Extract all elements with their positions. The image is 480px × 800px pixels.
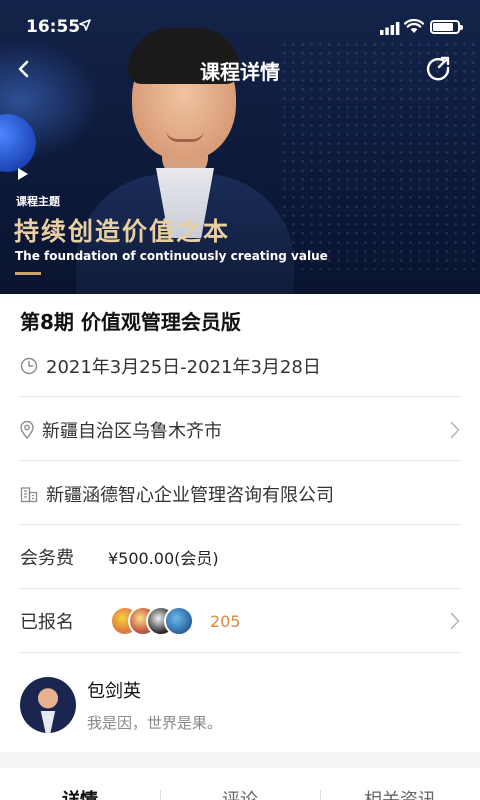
author-motto: 我是因，世界是果。 bbox=[87, 714, 223, 732]
author-name[interactable]: 包剑英 bbox=[87, 677, 141, 703]
date-row: 2021年3月25日-2021年3月28日 bbox=[20, 352, 460, 380]
status-time: 16:55 bbox=[26, 17, 81, 37]
location-arrow-icon bbox=[79, 19, 91, 31]
divider bbox=[20, 524, 460, 525]
divider bbox=[20, 652, 460, 653]
tab-comments[interactable]: 评论 bbox=[160, 768, 320, 800]
course-title: 第8期 价值观管理会员版 bbox=[20, 310, 241, 334]
author-avatar[interactable] bbox=[20, 677, 76, 733]
battery-icon bbox=[430, 20, 463, 34]
detail-tabs: 详情 评论 相关资讯 bbox=[0, 768, 480, 800]
avatar bbox=[164, 606, 194, 636]
clock-icon bbox=[20, 357, 38, 375]
page-title: 课程详情 bbox=[200, 60, 280, 84]
tab-related-news[interactable]: 相关资讯 bbox=[320, 768, 480, 800]
location-text: 新疆自治区乌鲁木齐市 bbox=[42, 421, 222, 442]
fee-row: 会务费 ¥500.00(会员) bbox=[20, 543, 460, 571]
organizer-text: 新疆涵德智心企业管理咨询有限公司 bbox=[46, 485, 334, 506]
wifi-icon bbox=[404, 19, 424, 33]
topic-label: 课程主题 bbox=[16, 195, 60, 208]
topic-subtitle: The foundation of continuously creating … bbox=[15, 249, 328, 263]
registered-row[interactable]: 已报名 205 bbox=[20, 603, 460, 639]
gold-accent-bar bbox=[15, 272, 41, 275]
building-icon bbox=[20, 485, 38, 503]
play-icon bbox=[18, 168, 28, 180]
divider bbox=[20, 588, 460, 589]
tab-separator bbox=[160, 790, 161, 800]
organizer-row: 新疆涵德智心企业管理咨询有限公司 bbox=[20, 480, 460, 508]
topic-title: 持续创造价值之本 bbox=[14, 217, 231, 246]
date-range: 2021年3月25日-2021年3月28日 bbox=[46, 357, 321, 378]
registered-chevron-icon[interactable] bbox=[450, 612, 460, 630]
location-pin-icon bbox=[20, 421, 34, 439]
registered-avatars[interactable] bbox=[110, 606, 194, 636]
cellular-signal-icon bbox=[380, 22, 400, 35]
location-row[interactable]: 新疆自治区乌鲁木齐市 bbox=[20, 416, 460, 444]
status-bar: 16:55 bbox=[0, 0, 480, 44]
registered-label: 已报名 bbox=[20, 612, 74, 633]
share-icon[interactable] bbox=[422, 52, 454, 84]
tab-separator bbox=[320, 790, 321, 800]
registered-count: 205 bbox=[210, 611, 241, 631]
section-gap bbox=[0, 752, 480, 768]
course-banner: 16:55 课程详情 课程主题 持续创造价值之本 The foundation … bbox=[0, 0, 480, 294]
location-chevron-icon[interactable] bbox=[450, 421, 460, 439]
fee-value: ¥500.00(会员) bbox=[108, 549, 219, 568]
fee-label: 会务费 bbox=[20, 548, 74, 569]
divider bbox=[20, 460, 460, 461]
tab-details[interactable]: 详情 bbox=[0, 768, 160, 800]
divider bbox=[20, 396, 460, 397]
